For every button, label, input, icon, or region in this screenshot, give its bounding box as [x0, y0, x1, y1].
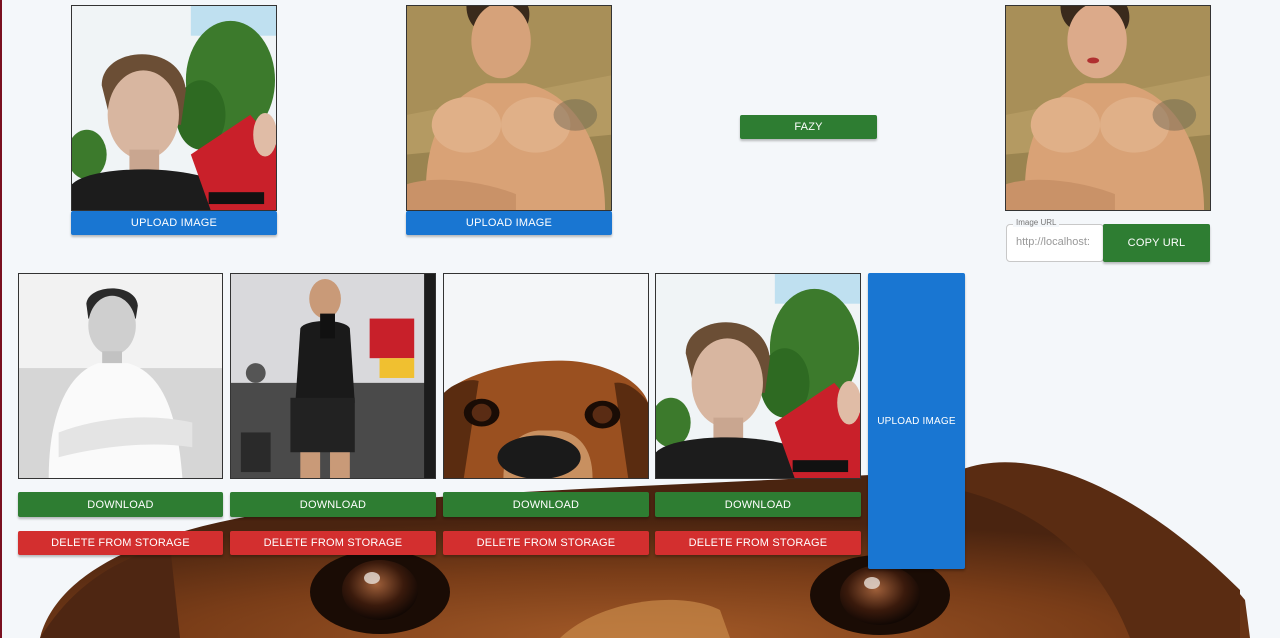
delete-button-4[interactable]: DELETE FROM STORAGE	[655, 531, 861, 555]
image-url-input[interactable]	[1016, 236, 1100, 248]
gallery-image-4	[655, 273, 861, 479]
source-face-image	[71, 5, 277, 211]
upload-source-button[interactable]: UPLOAD IMAGE	[71, 211, 277, 235]
download-button-4[interactable]: DOWNLOAD	[655, 492, 861, 517]
download-button-3[interactable]: DOWNLOAD	[443, 492, 649, 517]
gallery-upload-button[interactable]: UPLOAD IMAGE	[868, 273, 965, 569]
delete-button-2[interactable]: DELETE FROM STORAGE	[230, 531, 436, 555]
target-body-image	[406, 5, 612, 211]
delete-button-3[interactable]: DELETE FROM STORAGE	[443, 531, 649, 555]
upload-target-button[interactable]: UPLOAD IMAGE	[406, 211, 612, 235]
download-button-1[interactable]: DOWNLOAD	[18, 492, 223, 517]
delete-button-1[interactable]: DELETE FROM STORAGE	[18, 531, 223, 555]
gallery-image-1	[18, 273, 223, 479]
image-url-label: Image URL	[1013, 218, 1060, 227]
result-image	[1005, 5, 1211, 211]
download-button-2[interactable]: DOWNLOAD	[230, 492, 436, 517]
copy-url-button[interactable]: COPY URL	[1103, 224, 1210, 262]
fazy-button[interactable]: FAZY	[740, 115, 877, 139]
image-url-field[interactable]: Image URL	[1006, 218, 1104, 262]
gallery-image-3	[443, 273, 649, 479]
gallery-image-2	[230, 273, 436, 479]
